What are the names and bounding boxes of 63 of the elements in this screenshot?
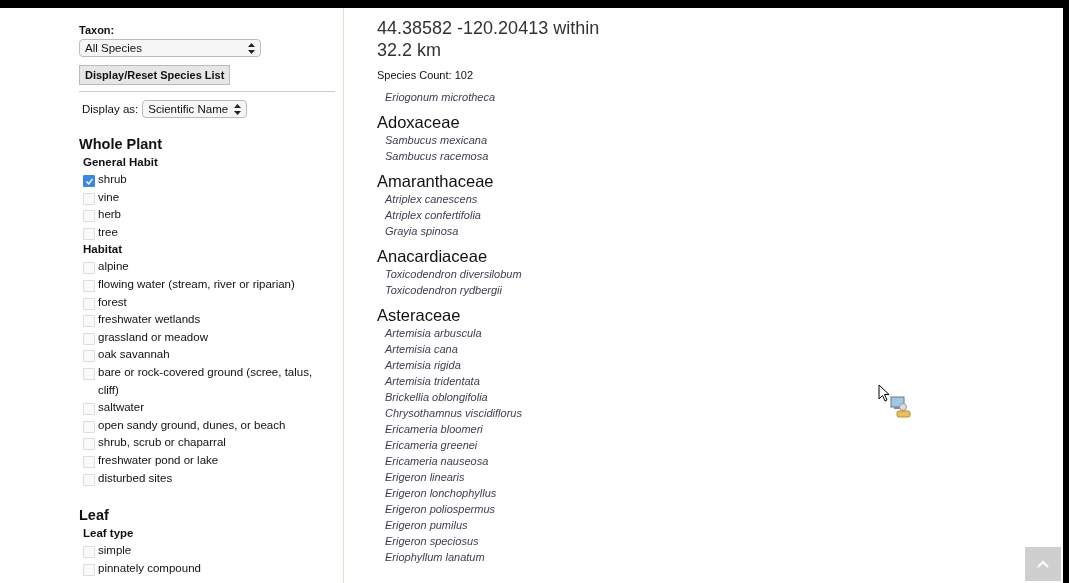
updown-arrows-icon xyxy=(234,103,242,115)
species-link[interactable]: Brickellia oblongifolia xyxy=(385,391,488,403)
family-heading: Anacardiaceae xyxy=(377,246,489,266)
option-label: freshwater pond or lake xyxy=(98,452,219,468)
option-label: simple xyxy=(98,543,132,559)
location-title: 44.38582 -120.20413 within 32.2 km xyxy=(377,17,601,61)
species-link[interactable]: Erigeron linearis xyxy=(385,471,465,483)
species-link[interactable]: Erigeron lonchophyllus xyxy=(385,487,497,499)
option-label: freshwater wetlands xyxy=(98,312,201,328)
species-link[interactable]: Artemisia arbuscula xyxy=(385,327,482,339)
option-label: forest xyxy=(98,294,127,310)
checkbox[interactable] xyxy=(83,175,95,187)
species-link[interactable]: Sambucus racemosa xyxy=(385,150,489,162)
display-select[interactable]: Scientific Name xyxy=(142,100,248,118)
option-label: saltwater xyxy=(98,400,145,416)
taxon-select[interactable]: All Species xyxy=(79,39,261,57)
group-heading: Leaf type xyxy=(82,526,135,542)
species-link[interactable]: Toxicodendron rydbergii xyxy=(385,284,502,296)
species-link[interactable]: Ericameria bloomeri xyxy=(385,423,483,435)
taxon-label: Taxon: xyxy=(79,24,116,38)
species-link[interactable]: Artemisia tridentata xyxy=(385,375,480,387)
species-link[interactable]: Ericameria greenei xyxy=(385,439,478,451)
species-link[interactable]: Eriophyllum lanatum xyxy=(385,551,485,563)
option-label: grassland or meadow xyxy=(98,329,208,345)
option-label: shrub, scrub or chaparral xyxy=(98,435,226,451)
species-count: Species Count: 102 xyxy=(377,69,474,81)
species-link[interactable]: Eriogonum microtheca xyxy=(385,91,496,103)
species-link[interactable]: Sambucus mexicana xyxy=(385,134,488,146)
family-heading: Asteraceae xyxy=(377,305,462,325)
option-label: flowing water (stream, river or riparian) xyxy=(98,276,295,292)
group-heading: General Habit xyxy=(82,155,159,170)
updown-arrows-icon xyxy=(248,42,255,54)
option-label: pinnately compound xyxy=(98,560,201,576)
option-label: shrub xyxy=(98,172,127,187)
species-link[interactable]: Artemisia rigida xyxy=(385,359,461,371)
family-heading: Adoxaceae xyxy=(377,112,461,132)
species-link[interactable]: Toxicodendron diversilobum xyxy=(385,268,522,280)
species-link[interactable]: Erigeron pumilus xyxy=(385,519,468,531)
species-link[interactable]: Erigeron speciosus xyxy=(385,535,479,547)
option-label: alpine xyxy=(98,259,129,275)
option-label: oak savannah xyxy=(98,347,170,363)
species-link[interactable]: Erigeron poliospermus xyxy=(385,503,496,515)
option-label: vine xyxy=(98,189,120,205)
cursor-icon xyxy=(878,384,912,420)
species-link[interactable]: Grayia spinosa xyxy=(385,225,459,237)
display-as-label: Display as: xyxy=(82,103,139,115)
option-label: tree xyxy=(98,224,118,240)
species-link[interactable]: Atriplex canescens xyxy=(385,193,478,205)
scroll-to-top-button[interactable] xyxy=(1025,547,1061,581)
display-reset-button[interactable]: Display/Reset Species List xyxy=(79,65,231,85)
group-heading: Habitat xyxy=(82,242,123,258)
option-label: bare or rock-covered ground (scree, talus, cliff) xyxy=(98,364,314,398)
species-link[interactable]: Ericameria nauseosa xyxy=(385,455,489,467)
species-link[interactable]: Artemisia cana xyxy=(385,343,458,355)
species-link[interactable]: Atriplex confertifolia xyxy=(385,209,481,221)
option-label: herb xyxy=(98,207,122,223)
option-label: disturbed sites xyxy=(98,470,173,486)
species-link[interactable]: Chrysothamnus viscidiflorus xyxy=(385,407,522,419)
section-heading: Leaf xyxy=(79,507,110,526)
section-heading: Whole Plant xyxy=(79,136,163,154)
option-label: open sandy ground, dunes, or beach xyxy=(98,417,286,433)
family-heading: Amaranthaceae xyxy=(377,171,495,191)
chevron-up-icon xyxy=(1036,559,1050,569)
